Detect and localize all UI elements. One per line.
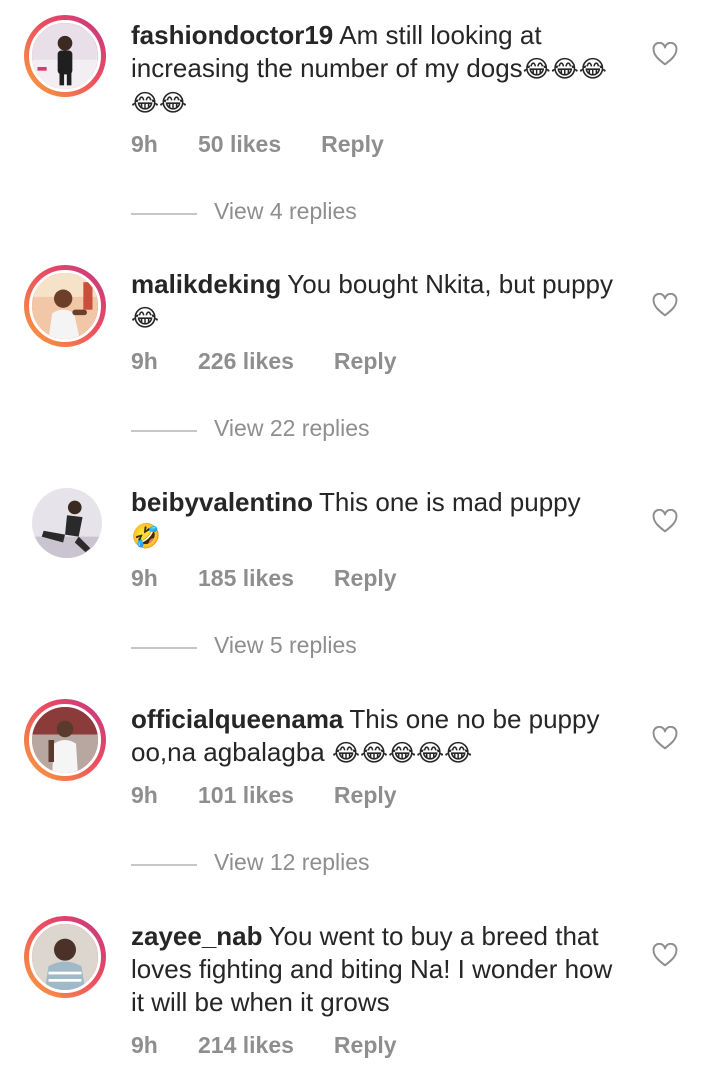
comment-meta: 9h 185 likes Reply xyxy=(131,565,397,592)
comment-meta: 9h 101 likes Reply xyxy=(131,782,397,809)
avatar[interactable] xyxy=(32,488,102,558)
comment-body: This one is mad puppy xyxy=(319,487,581,517)
reply-button[interactable]: Reply xyxy=(334,348,397,375)
heart-outline-icon[interactable] xyxy=(652,726,678,750)
heart-outline-icon[interactable] xyxy=(652,42,678,66)
story-ring[interactable] xyxy=(24,265,106,347)
comment-username[interactable]: malikdeking xyxy=(131,269,281,299)
user-avatar-icon xyxy=(32,273,98,339)
comment-text: zayee_nab You went to buy a breed that lo… xyxy=(131,920,631,1019)
comment-emoji: 😂 xyxy=(131,304,160,332)
comment-text: fashiondoctor19 Am still looking at incre… xyxy=(131,19,631,120)
comment-likes[interactable]: 185 likes xyxy=(198,565,294,592)
user-avatar-icon xyxy=(32,707,98,773)
reply-button[interactable]: Reply xyxy=(334,782,397,809)
comment-time: 9h xyxy=(131,565,158,591)
user-avatar-icon xyxy=(32,488,102,558)
comment-username[interactable]: fashiondoctor19 xyxy=(131,20,333,50)
comment-meta: 9h 50 likes Reply xyxy=(131,131,384,158)
comment-likes[interactable]: 50 likes xyxy=(198,131,281,158)
replies-divider xyxy=(131,864,197,866)
comment-time: 9h xyxy=(131,348,158,374)
reply-button[interactable]: Reply xyxy=(334,1032,397,1059)
comment-username[interactable]: beibyvalentino xyxy=(131,487,313,517)
reply-button[interactable]: Reply xyxy=(321,131,384,158)
view-replies-label: View 22 replies xyxy=(214,415,370,441)
user-avatar-icon xyxy=(32,23,98,89)
view-replies-label: View 4 replies xyxy=(214,198,357,224)
comment-text: officialqueenama This one no be puppy oo,… xyxy=(131,703,631,770)
avatar[interactable] xyxy=(29,921,101,993)
replies-divider xyxy=(131,213,197,215)
comment-text: malikdeking You bought Nkita, but puppy 😂 xyxy=(131,268,631,335)
avatar[interactable] xyxy=(29,270,101,342)
comment-emoji: 🤣 xyxy=(131,522,161,550)
comment-meta: 9h 214 likes Reply xyxy=(131,1032,397,1059)
heart-outline-icon[interactable] xyxy=(652,293,678,317)
user-avatar-icon xyxy=(32,924,98,990)
comment-time: 9h xyxy=(131,1032,158,1058)
story-ring[interactable] xyxy=(24,916,106,998)
comment-likes[interactable]: 214 likes xyxy=(198,1032,294,1059)
avatar[interactable] xyxy=(29,704,101,776)
avatar[interactable] xyxy=(29,20,101,92)
comment-time: 9h xyxy=(131,131,158,157)
comment-time: 9h xyxy=(131,782,158,808)
reply-button[interactable]: Reply xyxy=(334,565,397,592)
comment-text: beibyvalentino This one is mad puppy 🤣 xyxy=(131,486,631,553)
heart-outline-icon[interactable] xyxy=(652,509,678,533)
comment-likes[interactable]: 226 likes xyxy=(198,348,294,375)
comment-username[interactable]: officialqueenama xyxy=(131,704,343,734)
view-replies-label: View 12 replies xyxy=(214,849,370,875)
avatar-frame[interactable] xyxy=(24,480,106,562)
comment-username[interactable]: zayee_nab xyxy=(131,921,263,951)
story-ring[interactable] xyxy=(24,699,106,781)
comment-emoji: 😂😂😂😂😂 xyxy=(331,739,473,767)
comment-meta: 9h 226 likes Reply xyxy=(131,348,397,375)
replies-divider xyxy=(131,430,197,432)
comment-body: You bought Nkita, but puppy xyxy=(287,269,614,299)
view-replies-label: View 5 replies xyxy=(214,632,357,658)
replies-divider xyxy=(131,647,197,649)
heart-outline-icon[interactable] xyxy=(652,943,678,967)
story-ring[interactable] xyxy=(24,15,106,97)
comment-likes[interactable]: 101 likes xyxy=(198,782,294,809)
